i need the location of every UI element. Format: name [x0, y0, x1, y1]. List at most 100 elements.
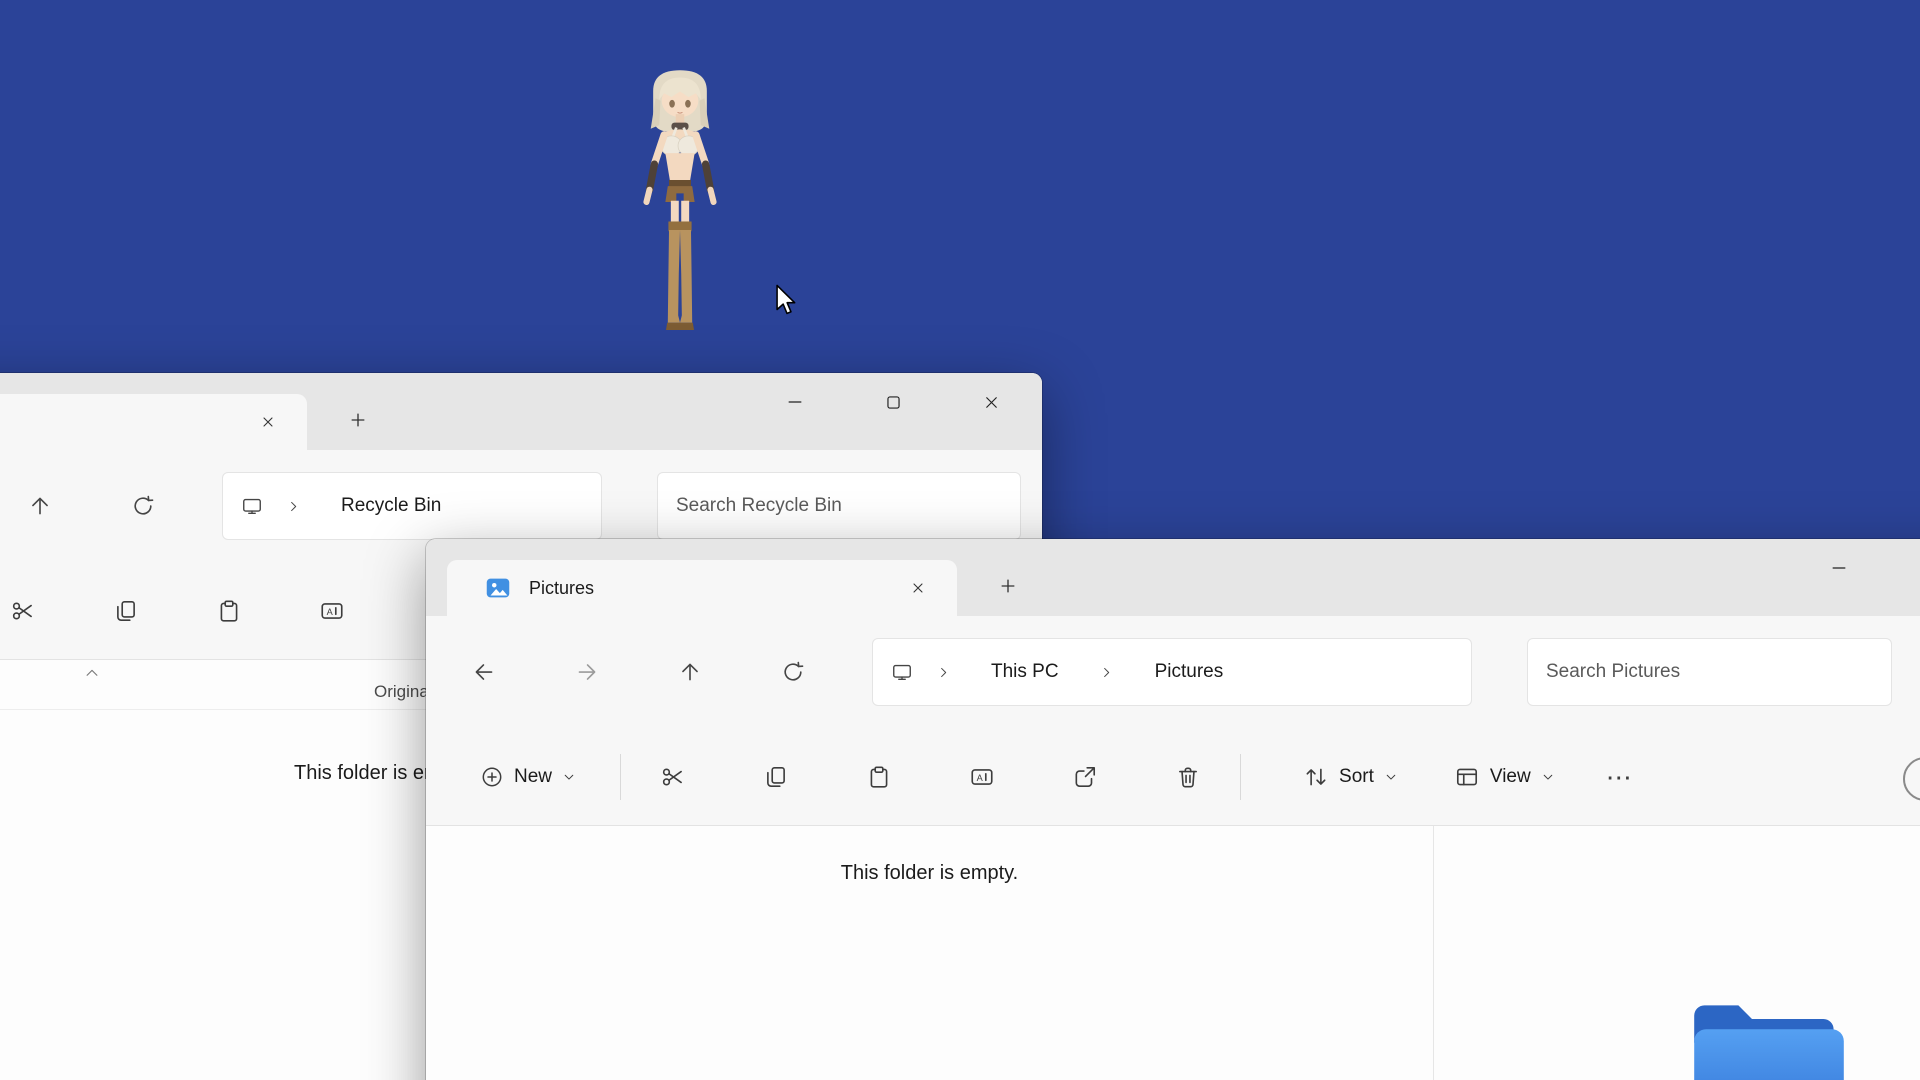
new-tab-button[interactable] [987, 565, 1029, 607]
plus-icon [998, 576, 1018, 596]
minimize-button[interactable] [1810, 545, 1868, 591]
rename-button[interactable]: A [956, 753, 1008, 801]
maximize-button[interactable] [864, 379, 922, 425]
sort-button[interactable]: Sort [1287, 749, 1414, 805]
pictures-icon [483, 573, 513, 603]
chevron-down-icon [1541, 770, 1555, 784]
breadcrumb-chevron[interactable] [275, 486, 311, 526]
new-button[interactable]: New [462, 748, 594, 806]
pictures-content: This folder is empty. [426, 826, 1920, 1080]
copy-icon [113, 598, 139, 624]
close-icon [260, 414, 276, 430]
empty-folder-text: This folder is empty. [426, 862, 1433, 885]
rename-button[interactable]: A [306, 587, 358, 635]
sort-button-label: Sort [1339, 766, 1374, 788]
arrow-up-icon [27, 493, 53, 519]
chevron-down-icon [1384, 770, 1398, 784]
up-button[interactable] [16, 482, 64, 530]
chevron-right-icon [1099, 665, 1114, 680]
tab-pictures[interactable]: Pictures [447, 560, 957, 616]
view-icon [1454, 764, 1480, 790]
forward-button[interactable] [563, 648, 611, 696]
cut-button[interactable] [647, 753, 699, 801]
this-pc-icon [241, 495, 263, 517]
copy-icon [763, 764, 789, 790]
toolbar-separator [620, 754, 621, 800]
delete-button[interactable] [1162, 753, 1214, 801]
back-button[interactable] [460, 648, 508, 696]
recycle-tab-bar [0, 373, 1042, 450]
cut-icon [660, 764, 686, 790]
cut-icon [10, 598, 36, 624]
maximize-icon [884, 393, 903, 412]
view-button[interactable]: View [1438, 749, 1571, 805]
pictures-window[interactable]: Pictures [426, 539, 1920, 1080]
minimize-icon [1829, 558, 1849, 578]
paste-icon [866, 764, 892, 790]
mouse-cursor [772, 284, 802, 318]
sort-icon [1303, 764, 1329, 790]
svg-text:A: A [327, 606, 334, 616]
copy-button[interactable] [750, 753, 802, 801]
tab-close-button[interactable] [249, 403, 287, 441]
more-options-button[interactable]: ⋯ [1595, 753, 1643, 801]
tab-title: Pictures [529, 578, 594, 599]
arrow-right-icon [574, 659, 600, 685]
refresh-icon [780, 659, 806, 685]
search-input[interactable] [657, 472, 1021, 540]
new-tab-button[interactable] [337, 399, 379, 441]
new-button-label: New [514, 766, 552, 788]
cut-button[interactable] [0, 587, 49, 635]
chevron-right-icon [936, 665, 951, 680]
share-icon [1072, 764, 1098, 790]
paste-button[interactable] [853, 753, 905, 801]
tab-close-button[interactable] [899, 569, 937, 607]
pictures-nav-bar: This PC Pictures [426, 616, 1920, 728]
pictures-tab-bar: Pictures [426, 539, 1920, 616]
this-pc-icon [891, 661, 913, 683]
anime-character-overlay[interactable] [619, 64, 741, 357]
arrow-left-icon [471, 659, 497, 685]
breadcrumb-this-pc[interactable]: This PC [973, 653, 1077, 691]
refresh-button[interactable] [769, 648, 817, 696]
paste-button[interactable] [203, 587, 255, 635]
close-icon [982, 393, 1001, 412]
search-input[interactable] [1527, 638, 1892, 706]
rename-icon: A [969, 764, 995, 790]
minimize-button[interactable] [766, 379, 824, 425]
up-button[interactable] [666, 648, 714, 696]
breadcrumb-recycle-bin[interactable]: Recycle Bin [323, 487, 459, 525]
chevron-down-icon [562, 770, 576, 784]
close-icon [910, 580, 926, 596]
svg-text:A: A [977, 772, 984, 782]
refresh-button[interactable] [119, 482, 167, 530]
plus-icon [348, 410, 368, 430]
sort-ascending-icon [83, 664, 101, 682]
toolbar-separator [1240, 754, 1241, 800]
minimize-icon [785, 392, 805, 412]
pictures-file-list[interactable]: This folder is empty. [426, 826, 1433, 1080]
close-button[interactable] [962, 379, 1020, 425]
chevron-right-icon [286, 499, 301, 514]
breadcrumb-chevron[interactable] [1089, 652, 1125, 692]
window-controls [1810, 545, 1920, 591]
maximize-button[interactable] [1908, 545, 1920, 591]
breadcrumb-chevron[interactable] [925, 652, 961, 692]
pictures-toolbar: New A Sort [426, 728, 1920, 826]
preview-pane [1434, 826, 1920, 1080]
address-bar[interactable]: Recycle Bin [222, 472, 602, 540]
view-button-label: View [1490, 766, 1531, 788]
address-bar[interactable]: This PC Pictures [872, 638, 1472, 706]
refresh-icon [130, 493, 156, 519]
pictures-folder-icon [1684, 985, 1854, 1080]
arrow-up-icon [677, 659, 703, 685]
share-button[interactable] [1059, 753, 1111, 801]
window-controls [766, 379, 1020, 425]
rename-icon: A [319, 598, 345, 624]
breadcrumb-pictures[interactable]: Pictures [1137, 653, 1242, 691]
paste-icon [216, 598, 242, 624]
trash-icon [1175, 764, 1201, 790]
new-circle-plus-icon [480, 765, 504, 789]
copy-button[interactable] [100, 587, 152, 635]
tab-recycle-bin[interactable] [0, 394, 307, 450]
